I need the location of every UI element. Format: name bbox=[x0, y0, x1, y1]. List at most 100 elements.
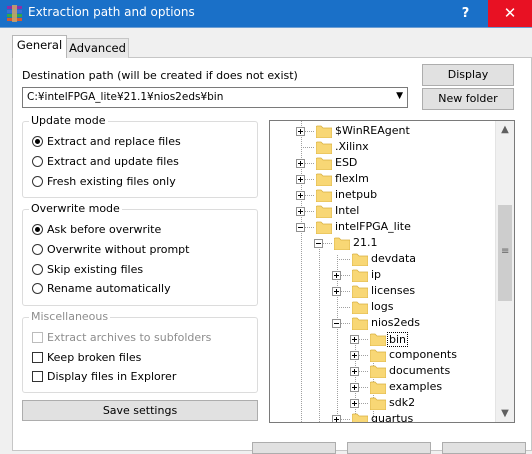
tree-item-label[interactable]: documents bbox=[389, 364, 450, 377]
expand-icon[interactable] bbox=[350, 367, 359, 376]
tree-item[interactable]: .Xilinx bbox=[270, 139, 496, 155]
expand-icon[interactable] bbox=[332, 271, 341, 280]
tree-item-label[interactable]: ESD bbox=[335, 156, 357, 169]
expand-icon[interactable] bbox=[332, 287, 341, 296]
tree-item[interactable]: logs bbox=[270, 299, 496, 315]
collapse-icon[interactable] bbox=[296, 223, 305, 232]
skip-existing-radio[interactable]: Skip existing files bbox=[32, 263, 143, 279]
scrollbar-thumb[interactable]: ≡ bbox=[498, 205, 512, 301]
folder-icon bbox=[316, 173, 332, 186]
bottom-button-3[interactable] bbox=[442, 442, 526, 454]
tree-item-label[interactable]: devdata bbox=[371, 252, 416, 265]
tree-item-label[interactable]: quartus bbox=[371, 412, 413, 422]
checkbox-icon[interactable] bbox=[32, 332, 43, 343]
tab-advanced[interactable]: Advanced bbox=[66, 38, 129, 58]
tree-item-label[interactable]: 21.1 bbox=[353, 236, 378, 249]
new-folder-button[interactable]: New folder bbox=[422, 88, 514, 110]
tree-item[interactable]: Intel bbox=[270, 203, 496, 219]
tree-item-label[interactable]: inetpub bbox=[335, 188, 377, 201]
tree-item-label[interactable]: examples bbox=[389, 380, 442, 393]
tree-item-label[interactable]: logs bbox=[371, 300, 394, 313]
fresh-existing-radio[interactable]: Fresh existing files only bbox=[32, 175, 176, 191]
close-button[interactable]: ✕ bbox=[488, 0, 532, 27]
expand-icon[interactable] bbox=[296, 191, 305, 200]
radio-icon[interactable] bbox=[32, 156, 43, 167]
overwrite-without-prompt-radio[interactable]: Overwrite without prompt bbox=[32, 243, 189, 259]
tree-item[interactable]: documents bbox=[270, 363, 496, 379]
tree-item[interactable]: bin bbox=[270, 331, 496, 347]
tree-item-label[interactable]: components bbox=[389, 348, 457, 361]
radio-icon[interactable] bbox=[32, 264, 43, 275]
tree-item-label[interactable]: nios2eds bbox=[371, 316, 420, 329]
expand-icon[interactable] bbox=[332, 415, 341, 422]
checkbox-label: Display files in Explorer bbox=[47, 370, 177, 383]
tree-item-label[interactable]: bin bbox=[387, 332, 409, 347]
help-button[interactable]: ? bbox=[443, 0, 488, 27]
display-in-explorer-checkbox[interactable]: Display files in Explorer bbox=[32, 370, 176, 386]
tree-item[interactable]: quartus bbox=[270, 411, 496, 422]
display-button[interactable]: Display bbox=[422, 64, 514, 86]
radio-checked-icon[interactable] bbox=[32, 224, 43, 235]
tree-item[interactable]: licenses bbox=[270, 283, 496, 299]
expand-icon[interactable] bbox=[296, 127, 305, 136]
collapse-icon[interactable] bbox=[332, 319, 341, 328]
window-title: Extraction path and options bbox=[28, 5, 195, 19]
radio-icon[interactable] bbox=[32, 244, 43, 255]
scroll-down-arrow-icon[interactable]: ▼ bbox=[496, 405, 514, 422]
expand-icon[interactable] bbox=[350, 351, 359, 360]
folder-icon bbox=[370, 333, 386, 346]
bottom-button-1[interactable] bbox=[252, 442, 336, 454]
destination-path-combobox[interactable]: C:¥intelFPGA_lite¥21.1¥nios2eds¥bin ▼ bbox=[22, 87, 408, 108]
save-settings-button[interactable]: Save settings bbox=[22, 400, 258, 421]
expand-icon[interactable] bbox=[350, 399, 359, 408]
tree-item[interactable]: examples bbox=[270, 379, 496, 395]
tree-item[interactable]: intelFPGA_lite bbox=[270, 219, 496, 235]
radio-checked-icon[interactable] bbox=[32, 136, 43, 147]
collapse-icon[interactable] bbox=[314, 239, 323, 248]
destination-path-value[interactable]: C:¥intelFPGA_lite¥21.1¥nios2eds¥bin bbox=[27, 91, 223, 103]
checkbox-icon[interactable] bbox=[32, 371, 43, 382]
checkbox-label: Extract archives to subfolders bbox=[47, 331, 212, 344]
ask-before-overwrite-radio[interactable]: Ask before overwrite bbox=[32, 223, 161, 239]
tree-scrollbar[interactable]: ▲ ≡ ▼ bbox=[495, 121, 514, 422]
tree-item-label[interactable]: sdk2 bbox=[389, 396, 415, 409]
tree-item-label[interactable]: $WinREAgent bbox=[335, 124, 410, 137]
expand-icon[interactable] bbox=[350, 335, 359, 344]
scroll-up-arrow-icon[interactable]: ▲ bbox=[496, 121, 514, 138]
extract-and-update-radio[interactable]: Extract and update files bbox=[32, 155, 179, 171]
rename-automatically-radio[interactable]: Rename automatically bbox=[32, 282, 171, 298]
keep-broken-files-checkbox[interactable]: Keep broken files bbox=[32, 351, 141, 367]
chevron-down-icon[interactable]: ▼ bbox=[396, 91, 403, 101]
extract-and-replace-radio[interactable]: Extract and replace files bbox=[32, 135, 181, 151]
expand-icon[interactable] bbox=[296, 175, 305, 184]
tree-item[interactable]: $WinREAgent bbox=[270, 123, 496, 139]
tree-item[interactable]: nios2eds bbox=[270, 315, 496, 331]
checkbox-icon[interactable] bbox=[32, 352, 43, 363]
tree-item[interactable]: ip bbox=[270, 267, 496, 283]
tree-item[interactable]: flexlm bbox=[270, 171, 496, 187]
tree-item[interactable]: 21.1 bbox=[270, 235, 496, 251]
tree-item[interactable]: components bbox=[270, 347, 496, 363]
expand-icon[interactable] bbox=[350, 383, 359, 392]
radio-label: Extract and update files bbox=[47, 155, 179, 168]
tree-item[interactable]: sdk2 bbox=[270, 395, 496, 411]
tree-item[interactable]: inetpub bbox=[270, 187, 496, 203]
radio-icon[interactable] bbox=[32, 283, 43, 294]
tab-general[interactable]: General bbox=[12, 35, 67, 58]
tree-item-label[interactable]: .Xilinx bbox=[335, 140, 369, 153]
tree-item-label[interactable]: ip bbox=[371, 268, 381, 281]
expand-icon[interactable] bbox=[296, 207, 305, 216]
folder-tree[interactable]: $WinREAgent .Xilinx ESD flexlm inetpub Intel i… bbox=[269, 120, 515, 423]
radio-icon[interactable] bbox=[32, 176, 43, 187]
bottom-button-2[interactable] bbox=[347, 442, 431, 454]
tree-item-label[interactable]: licenses bbox=[371, 284, 415, 297]
tree-item-label[interactable]: Intel bbox=[335, 204, 359, 217]
radio-label: Fresh existing files only bbox=[47, 175, 176, 188]
expand-icon[interactable] bbox=[296, 159, 305, 168]
folder-icon bbox=[316, 189, 332, 202]
tree-item[interactable]: ESD bbox=[270, 155, 496, 171]
extract-archives-checkbox[interactable]: Extract archives to subfolders bbox=[32, 331, 211, 347]
tree-item-label[interactable]: flexlm bbox=[335, 172, 369, 185]
tree-item-label[interactable]: intelFPGA_lite bbox=[335, 220, 411, 233]
tree-item[interactable]: devdata bbox=[270, 251, 496, 267]
